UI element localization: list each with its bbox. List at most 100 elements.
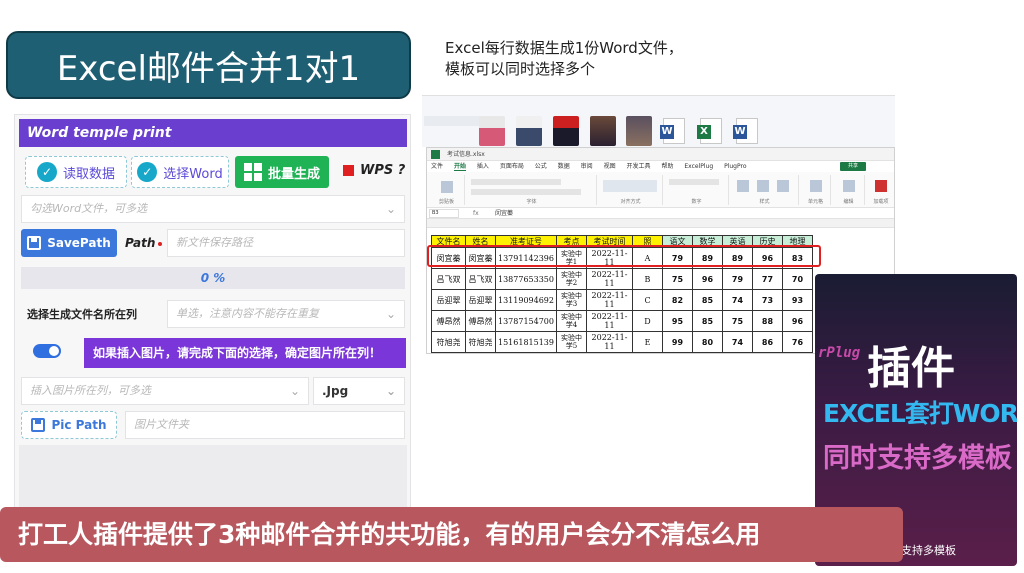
table-cell[interactable]: 2022-11-11 [586,310,633,332]
ribbon-group-font[interactable]: 字体 [467,175,597,205]
table-cell[interactable]: 96 [782,310,813,332]
table-cell[interactable]: 实验中学5 [556,331,587,353]
ribbon-group-styles[interactable]: 样式 [731,175,799,205]
table-cell[interactable]: 实验中学4 [556,310,587,332]
tab-data[interactable]: 数据 [558,163,570,170]
picture-folder-input[interactable]: 图片文件夹 [125,411,405,439]
table-cell[interactable]: 74 [722,289,753,311]
table-cell[interactable]: 93 [782,289,813,311]
table-cell[interactable]: C [632,289,663,311]
pic-path-button[interactable]: Pic Path [21,411,117,439]
table-cell[interactable]: 实验中学3 [556,289,587,311]
table-cell[interactable]: 岳迎翠 [431,289,466,311]
table-cell[interactable]: 傅昂然 [431,310,466,332]
table-cell[interactable]: 79 [722,268,753,290]
photo-thumbnail-3[interactable] [553,116,579,146]
table-cell[interactable]: 96 [692,268,723,290]
tab-home[interactable]: 开始 [453,163,466,171]
photo-thumbnail-4[interactable] [590,116,616,146]
ribbon-group-cells[interactable]: 单元格 [801,175,831,205]
panel-footer-area [19,445,407,507]
table-cell[interactable]: D [632,310,663,332]
table-cell[interactable]: 13787154700 [495,310,557,332]
tab-file[interactable]: 文件 [431,163,443,170]
tab-review[interactable]: 审阅 [581,163,593,170]
table-row[interactable]: 岳迎翠 岳迎翠 13119094692 实验中学3 2022-11-11 C 82 85 74 7… [431,289,813,311]
select-word-button[interactable]: ✓ 选择Word [131,156,229,188]
table-cell[interactable]: 88 [752,310,783,332]
table-cell[interactable]: 2022-11-11 [586,268,633,290]
table-cell[interactable]: 13119094692 [495,289,557,311]
fx-icon[interactable]: fx [473,208,479,219]
table-cell[interactable]: 82 [662,289,693,311]
table-cell[interactable]: 13877653350 [495,268,557,290]
table-cell[interactable]: 75 [662,268,693,290]
table-cell[interactable]: 76 [782,331,813,353]
table-cell[interactable]: B [632,268,663,290]
table-cell[interactable]: 99 [662,331,693,353]
promo-line-2: 同时支持多模板 [823,443,1012,474]
photo-thumbnail-1[interactable] [479,116,505,146]
table-row[interactable]: 吕飞双 吕飞双 13877653350 实验中学2 2022-11-11 B 75 96 79 7… [431,268,813,290]
tab-insert[interactable]: 插入 [477,163,489,170]
name-column-select[interactable]: 单选，注意内容不能存在重复 ⌄ [167,300,405,328]
table-cell[interactable]: 80 [692,331,723,353]
ribbon-group-alignment[interactable]: 对齐方式 [599,175,663,205]
photo-thumbnail-5[interactable] [626,116,652,146]
excel-file-icon[interactable]: X [697,118,722,144]
table-cell[interactable]: 85 [692,310,723,332]
tab-help[interactable]: 帮助 [661,163,673,170]
table-cell[interactable]: 86 [752,331,783,353]
extension-select[interactable]: .Jpg ⌄ [313,377,405,405]
table-cell[interactable]: 符旭尧 [465,331,496,353]
table-cell[interactable]: 85 [692,289,723,311]
table-cell[interactable]: 70 [782,268,813,290]
table-cell[interactable]: 傅昂然 [465,310,496,332]
save-path-input[interactable]: 新文件保存路径 [167,229,405,257]
tab-excelplug[interactable]: ExcelPlug [684,163,713,170]
check-icon: ✓ [36,162,57,182]
ribbon-group-addins[interactable]: 加载项 [867,175,894,205]
formula-input[interactable]: 闵宜蓁 [495,208,513,219]
table-cell[interactable]: 2022-11-11 [586,331,633,353]
tab-developer[interactable]: 开发工具 [627,163,651,170]
word-file-select[interactable]: 勾选Word文件，可多选 ⌄ [21,195,405,223]
share-button[interactable]: 共享 [840,162,866,171]
tab-page-layout[interactable]: 页面布局 [500,163,524,170]
tab-formulas[interactable]: 公式 [535,163,547,170]
table-cell[interactable]: 实验中学2 [556,268,587,290]
table-cell[interactable]: E [632,331,663,353]
wps-checkbox[interactable]: WPS ? [343,163,405,178]
progress-text: 0 % [200,271,226,285]
table-cell[interactable]: 15161815139 [495,331,557,353]
panel-header: Word temple print [19,119,407,147]
table-cell[interactable]: 75 [722,310,753,332]
table-row[interactable]: 符旭尧 符旭尧 15161815139 实验中学5 2022-11-11 E 99 80 74 8… [431,331,813,353]
photo-thumbnail-2[interactable] [516,116,542,146]
table-cell[interactable]: 符旭尧 [431,331,466,353]
table-row[interactable]: 傅昂然 傅昂然 13787154700 实验中学4 2022-11-11 D 95 85 75 8… [431,310,813,332]
word-file-icon[interactable]: W [660,118,685,144]
ribbon-group-editing[interactable]: 编辑 [833,175,865,205]
name-box[interactable]: B3 [429,209,459,218]
table-cell[interactable]: 岳迎翠 [465,289,496,311]
table-cell[interactable]: 73 [752,289,783,311]
read-data-label: 读取数据 [62,166,115,182]
tab-plugpro[interactable]: PlugPro [724,163,746,170]
read-data-button[interactable]: ✓ 读取数据 [25,156,127,188]
table-cell[interactable]: 77 [752,268,783,290]
table-cell[interactable]: 74 [722,331,753,353]
ribbon-group-clipboard[interactable]: 剪贴板 [429,175,465,205]
ribbon-group-number[interactable]: 数字 [665,175,729,205]
table-cell[interactable]: 95 [662,310,693,332]
word-file-icon[interactable]: W [733,118,758,144]
table-cell[interactable]: 2022-11-11 [586,289,633,311]
batch-generate-button[interactable]: 批量生成 [235,156,329,188]
save-path-button[interactable]: SavePath [21,229,117,257]
table-cell[interactable]: 吕飞双 [465,268,496,290]
table-cell[interactable]: 吕飞双 [431,268,466,290]
tab-view[interactable]: 视图 [604,163,616,170]
required-dot [158,241,163,246]
picture-column-select[interactable]: 插入图片所在列，可多选 ⌄ [21,377,309,405]
insert-picture-toggle[interactable] [33,344,61,358]
